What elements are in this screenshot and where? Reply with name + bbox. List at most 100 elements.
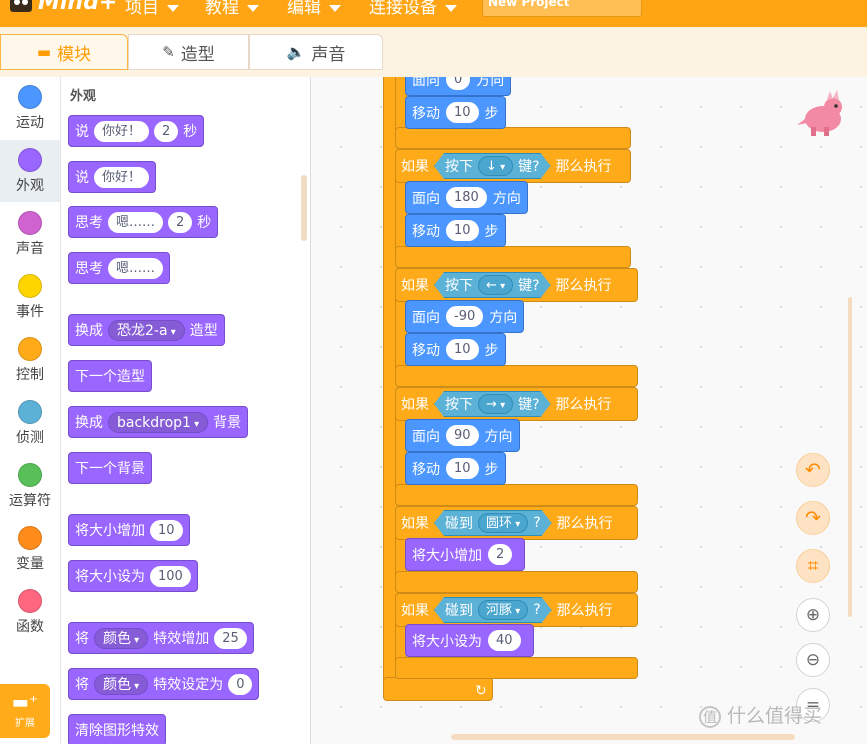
point-in-direction-block[interactable]: 面向 0 方向 bbox=[405, 77, 512, 96]
key-pressed-condition[interactable]: 按下 ↓ 键? bbox=[434, 153, 551, 179]
move-steps-block[interactable]: 移动 10 步 bbox=[405, 452, 506, 485]
category-sensing[interactable]: 侦测 bbox=[0, 392, 60, 454]
extension-button[interactable]: ▬⁺ 扩展 bbox=[0, 684, 50, 738]
set-size-block[interactable]: 将大小设为 40 bbox=[405, 624, 534, 657]
category-looks[interactable]: 外观 bbox=[0, 140, 60, 202]
sprite-dropdown[interactable]: 河豚 bbox=[478, 600, 528, 620]
crop-button[interactable]: ⌗ bbox=[796, 549, 830, 583]
number-input[interactable]: 40 bbox=[488, 630, 521, 651]
change-effect-block[interactable]: 将 颜色 特效增加 25 bbox=[68, 622, 254, 654]
control-dot-icon bbox=[18, 337, 42, 361]
block-text: 如果 bbox=[401, 397, 429, 413]
think-block[interactable]: 思考 嗯…… bbox=[68, 252, 171, 284]
touching-condition[interactable]: 碰到 圆环 ? bbox=[434, 510, 552, 536]
number-input[interactable]: 10 bbox=[150, 519, 183, 541]
set-effect-block[interactable]: 将 颜色 特效设定为 0 bbox=[68, 668, 260, 700]
zoom-out-button[interactable]: ⊖ bbox=[796, 643, 830, 677]
category-operators[interactable]: 运算符 bbox=[0, 455, 60, 517]
category-events[interactable]: 事件 bbox=[0, 266, 60, 328]
number-input[interactable]: 180 bbox=[446, 187, 487, 208]
number-input[interactable]: 100 bbox=[150, 565, 191, 587]
menu-project[interactable]: 项目 bbox=[125, 0, 179, 18]
number-input[interactable]: 10 bbox=[446, 458, 479, 479]
category-variables[interactable]: 变量 bbox=[0, 518, 60, 580]
redo-button[interactable]: ↷ bbox=[796, 501, 830, 535]
block-text: 方向 bbox=[484, 428, 513, 445]
speaker-icon: 🔈 bbox=[286, 43, 306, 61]
clear-effects-block[interactable]: 清除图形特效 bbox=[68, 714, 166, 744]
if-block-bottom[interactable] bbox=[395, 365, 638, 387]
if-touching-pufferfish-block[interactable]: 如果 碰到 河豚 ? 那么执行 bbox=[395, 593, 638, 627]
backdrop-dropdown[interactable]: backdrop1 bbox=[108, 411, 209, 433]
touching-condition[interactable]: 碰到 河豚 ? bbox=[434, 597, 552, 623]
move-steps-block[interactable]: 移动 10 步 bbox=[405, 96, 506, 129]
vertical-scrollbar[interactable] bbox=[848, 297, 852, 617]
horizontal-scrollbar[interactable] bbox=[451, 734, 795, 740]
text-input[interactable]: 嗯…… bbox=[108, 211, 164, 233]
category-control[interactable]: 控制 bbox=[0, 329, 60, 391]
key-dropdown[interactable]: ↓ bbox=[478, 156, 513, 176]
if-block-bottom[interactable] bbox=[395, 657, 638, 679]
text-input[interactable]: 你好！ bbox=[94, 166, 150, 188]
effect-dropdown[interactable]: 颜色 bbox=[94, 673, 149, 695]
sprite-dropdown[interactable]: 圆环 bbox=[478, 513, 528, 533]
key-dropdown[interactable]: ← bbox=[478, 275, 513, 295]
if-key-left-block[interactable]: 如果 按下 ← 键? 那么执行 bbox=[395, 268, 638, 302]
mindplus-logo[interactable]: Mind+ bbox=[4, 0, 117, 18]
project-name-input[interactable]: New Project bbox=[482, 0, 642, 17]
point-in-direction-block[interactable]: 面向 -90 方向 bbox=[405, 300, 525, 333]
think-for-secs-block[interactable]: 思考 嗯…… 2 秒 bbox=[68, 206, 219, 238]
number-input[interactable]: 10 bbox=[446, 339, 479, 360]
category-motion[interactable]: 运动 bbox=[0, 77, 60, 139]
if-key-down-block[interactable]: 如果 按下 ↓ 键? 那么执行 bbox=[395, 149, 631, 183]
number-input[interactable]: -90 bbox=[446, 306, 484, 327]
key-pressed-condition[interactable]: 按下 → 键? bbox=[434, 391, 551, 417]
switch-backdrop-block[interactable]: 换成 backdrop1 背景 bbox=[68, 406, 249, 438]
if-touching-ring-block[interactable]: 如果 碰到 圆环 ? 那么执行 bbox=[395, 506, 638, 540]
undo-button[interactable]: ↶ bbox=[796, 453, 830, 487]
tab-sounds[interactable]: 🔈 声音 bbox=[249, 34, 383, 70]
menu-edit[interactable]: 编辑 bbox=[287, 0, 341, 18]
point-in-direction-block[interactable]: 面向 90 方向 bbox=[405, 419, 520, 452]
number-input[interactable]: 2 bbox=[168, 211, 193, 233]
key-pressed-condition[interactable]: 按下 ← 键? bbox=[434, 272, 551, 298]
costume-dropdown[interactable]: 恐龙2-a bbox=[108, 319, 185, 341]
set-size-block[interactable]: 将大小设为 100 bbox=[68, 560, 198, 592]
palette-scrollbar[interactable] bbox=[301, 175, 307, 241]
switch-costume-block[interactable]: 换成 恐龙2-a 造型 bbox=[68, 314, 225, 346]
script-area[interactable]: ↻ 面向 0 方向 移动 10 步 如果 按下 ↓ 键? 那么执行 面向 180… bbox=[311, 77, 867, 744]
text-input[interactable]: 嗯…… bbox=[108, 257, 164, 279]
next-backdrop-block[interactable]: 下一个背景 bbox=[68, 452, 152, 484]
next-costume-block[interactable]: 下一个造型 bbox=[68, 360, 152, 392]
change-size-block[interactable]: 将大小增加 10 bbox=[68, 514, 190, 546]
if-block-bottom[interactable] bbox=[395, 246, 631, 268]
key-dropdown[interactable]: → bbox=[478, 394, 513, 414]
if-key-right-block[interactable]: 如果 按下 → 键? 那么执行 bbox=[395, 387, 638, 421]
number-input[interactable]: 10 bbox=[446, 220, 479, 241]
tab-costumes[interactable]: ✎ 造型 bbox=[128, 34, 249, 70]
if-block-bottom[interactable] bbox=[395, 127, 631, 149]
if-block-bottom[interactable] bbox=[395, 571, 638, 593]
say-for-secs-block[interactable]: 说 你好！ 2 秒 bbox=[68, 115, 205, 147]
number-input[interactable]: 10 bbox=[446, 102, 479, 123]
category-sound[interactable]: 声音 bbox=[0, 203, 60, 265]
if-block-bottom[interactable] bbox=[395, 484, 638, 506]
text-input[interactable]: 你好！ bbox=[94, 120, 150, 142]
number-input[interactable]: 90 bbox=[446, 425, 479, 446]
number-input[interactable]: 25 bbox=[214, 627, 247, 649]
say-block[interactable]: 说 你好！ bbox=[68, 161, 157, 193]
move-steps-block[interactable]: 移动 10 步 bbox=[405, 333, 506, 366]
tab-blocks[interactable]: ▬ 模块 bbox=[0, 34, 128, 70]
zoom-in-button[interactable]: ⊕ bbox=[796, 598, 830, 632]
number-input[interactable]: 0 bbox=[446, 77, 471, 90]
number-input[interactable]: 2 bbox=[154, 120, 179, 142]
move-steps-block[interactable]: 移动 10 步 bbox=[405, 214, 506, 247]
menu-connect-device[interactable]: 连接设备 bbox=[369, 0, 457, 18]
change-size-block[interactable]: 将大小增加 2 bbox=[405, 538, 526, 571]
category-functions[interactable]: 函数 bbox=[0, 581, 60, 643]
effect-dropdown[interactable]: 颜色 bbox=[94, 627, 149, 649]
menu-tutorial[interactable]: 教程 bbox=[205, 0, 259, 18]
number-input[interactable]: 2 bbox=[488, 544, 513, 565]
point-in-direction-block[interactable]: 面向 180 方向 bbox=[405, 181, 528, 214]
number-input[interactable]: 0 bbox=[228, 673, 253, 695]
